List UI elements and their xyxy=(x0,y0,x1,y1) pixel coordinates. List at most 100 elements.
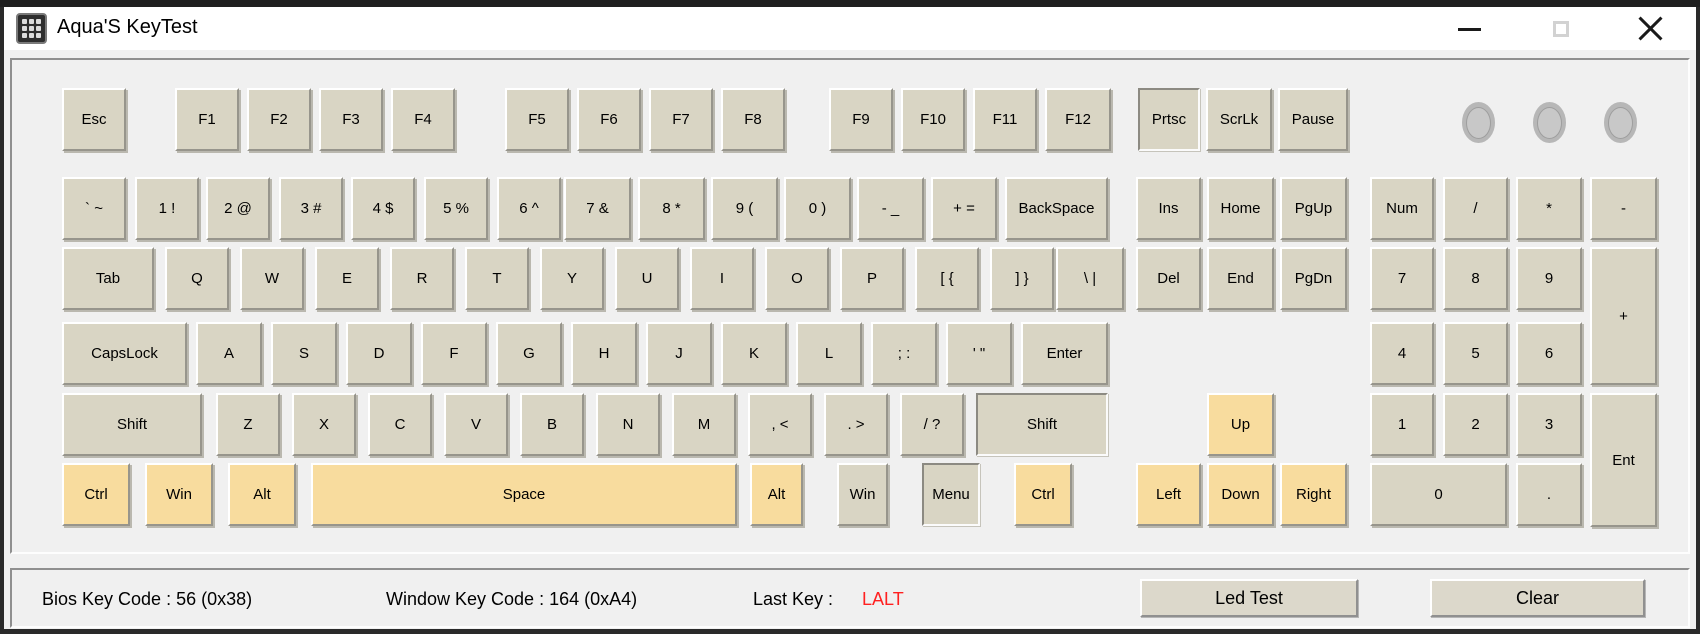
key-2[interactable]: 2 @ xyxy=(206,177,270,240)
key-comma[interactable]: , < xyxy=(748,393,812,456)
key-numpad-1[interactable]: 1 xyxy=(1370,393,1434,456)
key-v[interactable]: V xyxy=(444,393,508,456)
key-f11[interactable]: F11 xyxy=(973,88,1037,151)
key-f2[interactable]: F2 xyxy=(247,88,311,151)
minimize-button[interactable] xyxy=(1452,12,1486,46)
key-scroll-lock[interactable]: ScrLk xyxy=(1206,88,1272,151)
key-backslash[interactable]: \ | xyxy=(1056,247,1124,310)
key-numpad-5[interactable]: 5 xyxy=(1443,322,1508,385)
clear-button[interactable]: Clear xyxy=(1430,579,1645,617)
key-insert[interactable]: Ins xyxy=(1136,177,1201,240)
key-f10[interactable]: F10 xyxy=(901,88,965,151)
key-quote[interactable]: ' " xyxy=(946,322,1012,385)
key-caps-lock[interactable]: CapsLock xyxy=(62,322,187,385)
key-b[interactable]: B xyxy=(520,393,584,456)
key-numpad-9[interactable]: 9 xyxy=(1516,247,1582,310)
key-f1[interactable]: F1 xyxy=(175,88,239,151)
key-s[interactable]: S xyxy=(271,322,337,385)
key-q[interactable]: Q xyxy=(165,247,229,310)
key-left-arrow[interactable]: Left xyxy=(1136,463,1201,526)
key-8[interactable]: 8 * xyxy=(638,177,705,240)
key-left-win[interactable]: Win xyxy=(145,463,213,526)
key-n[interactable]: N xyxy=(596,393,660,456)
key-right-win[interactable]: Win xyxy=(837,463,888,526)
key-k[interactable]: K xyxy=(721,322,787,385)
key-numpad-4[interactable]: 4 xyxy=(1370,322,1434,385)
led-test-button[interactable]: Led Test xyxy=(1140,579,1358,617)
key-i[interactable]: I xyxy=(690,247,754,310)
key-6[interactable]: 6 ^ xyxy=(497,177,561,240)
key-u[interactable]: U xyxy=(615,247,679,310)
key-down-arrow[interactable]: Down xyxy=(1207,463,1274,526)
key-x[interactable]: X xyxy=(292,393,356,456)
key-numpad-3[interactable]: 3 xyxy=(1516,393,1582,456)
key-f4[interactable]: F4 xyxy=(391,88,455,151)
key-page-up[interactable]: PgUp xyxy=(1280,177,1347,240)
maximize-button[interactable] xyxy=(1544,12,1578,46)
key-numpad-2[interactable]: 2 xyxy=(1443,393,1508,456)
key-f5[interactable]: F5 xyxy=(505,88,569,151)
key-numpad-divide[interactable]: / xyxy=(1443,177,1508,240)
key-m[interactable]: M xyxy=(672,393,736,456)
key-numpad-7[interactable]: 7 xyxy=(1370,247,1434,310)
key-right-ctrl[interactable]: Ctrl xyxy=(1014,463,1072,526)
key-page-down[interactable]: PgDn xyxy=(1280,247,1347,310)
key-j[interactable]: J xyxy=(646,322,712,385)
key-right-shift[interactable]: Shift xyxy=(976,393,1108,456)
key-numpad-decimal[interactable]: . xyxy=(1516,463,1582,526)
key-enter[interactable]: Enter xyxy=(1021,322,1108,385)
key-numpad-subtract[interactable]: - xyxy=(1590,177,1657,240)
key-7[interactable]: 7 & xyxy=(564,177,631,240)
key-f8[interactable]: F8 xyxy=(721,88,785,151)
key-h[interactable]: H xyxy=(571,322,637,385)
key-r[interactable]: R xyxy=(390,247,454,310)
key-left-alt[interactable]: Alt xyxy=(228,463,296,526)
key-0[interactable]: 0 ) xyxy=(784,177,851,240)
key-numpad-multiply[interactable]: * xyxy=(1516,177,1582,240)
key-right-bracket[interactable]: ] } xyxy=(990,247,1054,310)
key-esc[interactable]: Esc xyxy=(62,88,126,151)
key-period[interactable]: . > xyxy=(824,393,888,456)
key-f7[interactable]: F7 xyxy=(649,88,713,151)
key-tab[interactable]: Tab xyxy=(62,247,154,310)
key-num-lock[interactable]: Num xyxy=(1370,177,1434,240)
key-numpad-add[interactable]: + xyxy=(1590,247,1657,385)
key-left-bracket[interactable]: [ { xyxy=(915,247,979,310)
key-f12[interactable]: F12 xyxy=(1045,88,1111,151)
key-f[interactable]: F xyxy=(421,322,487,385)
key-left-ctrl[interactable]: Ctrl xyxy=(62,463,130,526)
key-home[interactable]: Home xyxy=(1207,177,1274,240)
key-slash[interactable]: / ? xyxy=(900,393,964,456)
key-9[interactable]: 9 ( xyxy=(711,177,778,240)
key-g[interactable]: G xyxy=(496,322,562,385)
key-p[interactable]: P xyxy=(840,247,904,310)
key-a[interactable]: A xyxy=(196,322,262,385)
key-f9[interactable]: F9 xyxy=(829,88,893,151)
key-w[interactable]: W xyxy=(240,247,304,310)
key-pause[interactable]: Pause xyxy=(1278,88,1348,151)
key-5[interactable]: 5 % xyxy=(424,177,488,240)
key-f3[interactable]: F3 xyxy=(319,88,383,151)
key-left-shift[interactable]: Shift xyxy=(62,393,202,456)
key-grave[interactable]: ` ~ xyxy=(62,177,126,240)
key-right-arrow[interactable]: Right xyxy=(1280,463,1347,526)
key-4[interactable]: 4 $ xyxy=(351,177,415,240)
key-equals[interactable]: + = xyxy=(931,177,997,240)
key-numpad-8[interactable]: 8 xyxy=(1443,247,1508,310)
key-e[interactable]: E xyxy=(315,247,379,310)
key-d[interactable]: D xyxy=(346,322,412,385)
key-numpad-enter[interactable]: Ent xyxy=(1590,393,1657,527)
key-z[interactable]: Z xyxy=(216,393,280,456)
key-print-screen[interactable]: Prtsc xyxy=(1138,88,1200,151)
key-up-arrow[interactable]: Up xyxy=(1207,393,1274,456)
key-backspace[interactable]: BackSpace xyxy=(1005,177,1108,240)
key-numpad-6[interactable]: 6 xyxy=(1516,322,1582,385)
key-space[interactable]: Space xyxy=(311,463,737,526)
key-y[interactable]: Y xyxy=(540,247,604,310)
key-semicolon[interactable]: ; : xyxy=(871,322,937,385)
key-t[interactable]: T xyxy=(465,247,529,310)
key-delete[interactable]: Del xyxy=(1136,247,1201,310)
key-l[interactable]: L xyxy=(796,322,862,385)
key-o[interactable]: O xyxy=(765,247,829,310)
key-right-alt[interactable]: Alt xyxy=(750,463,803,526)
